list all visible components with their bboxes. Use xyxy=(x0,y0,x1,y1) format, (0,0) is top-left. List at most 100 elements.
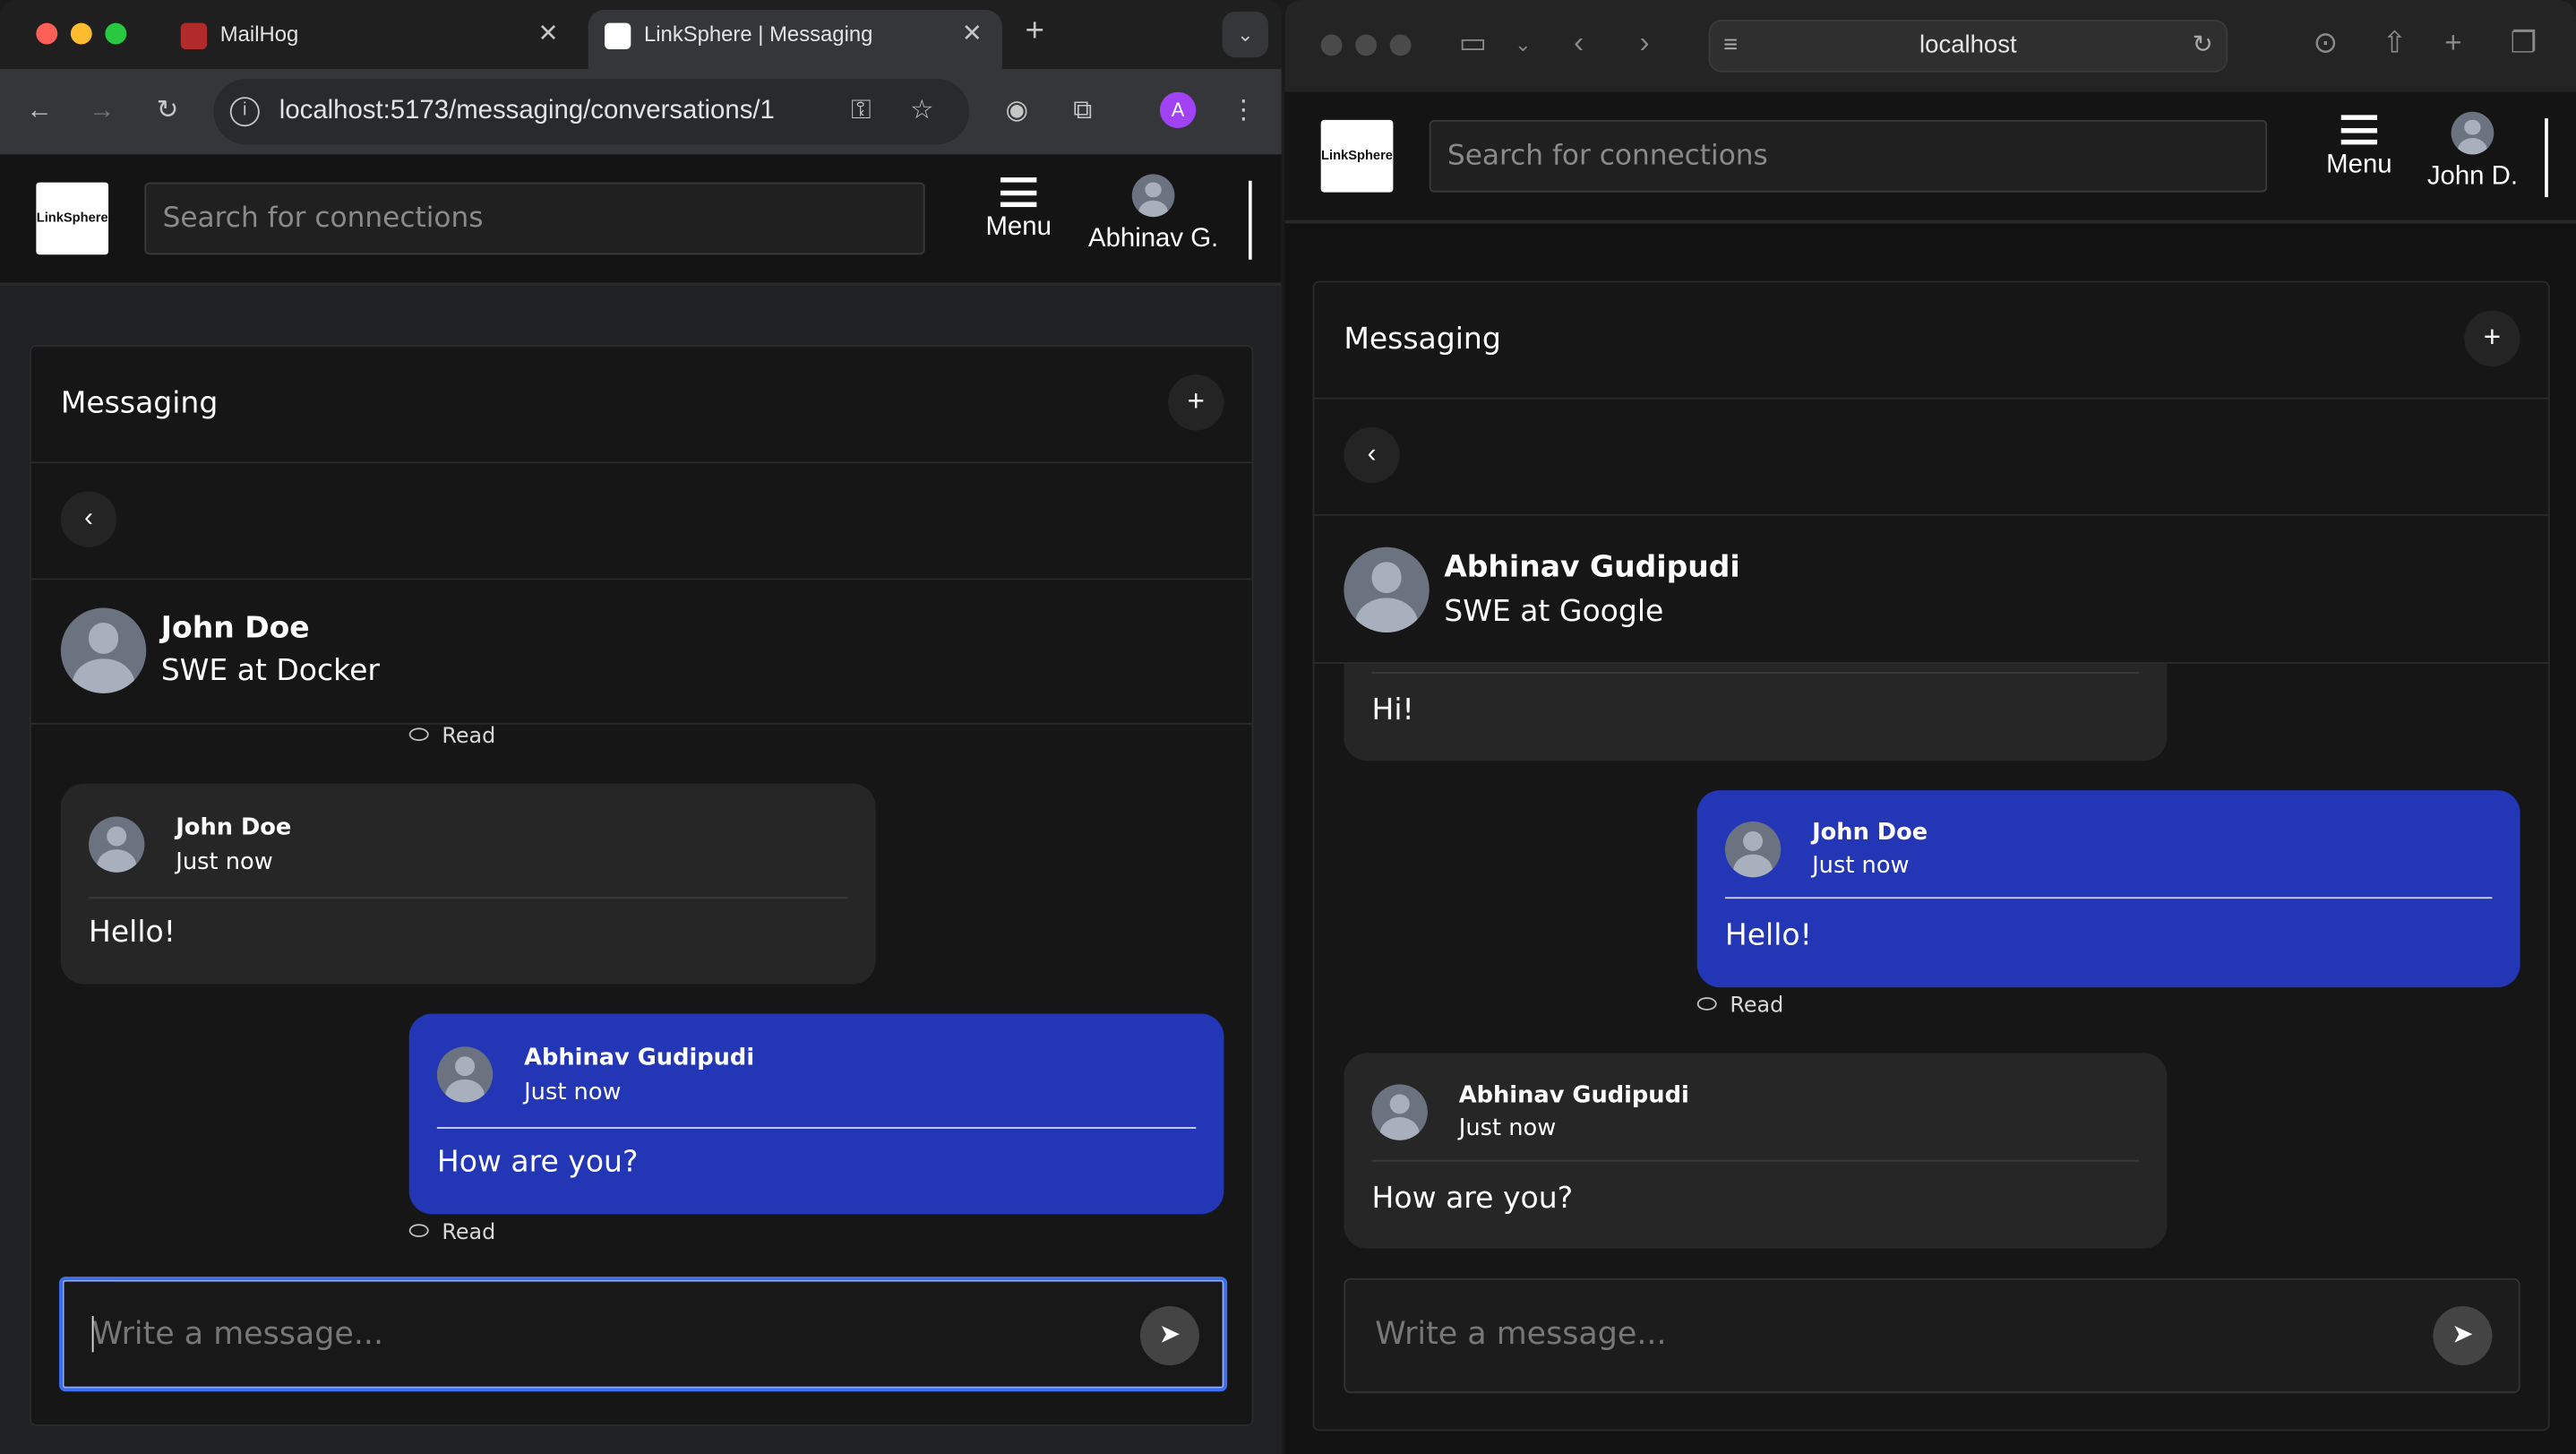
reload-icon[interactable]: ↻ xyxy=(2193,22,2213,71)
page-menu-icon[interactable]: ≡ xyxy=(1723,22,1738,71)
chrome-profile-avatar[interactable]: A xyxy=(1159,91,1197,129)
message-input[interactable]: Write a message... ➤ xyxy=(1344,1278,2520,1394)
message-author: Abhinav Gudipudi xyxy=(1458,1082,1689,1109)
forward-arrow-icon[interactable]: › xyxy=(1640,26,1650,61)
address-bar[interactable]: ≡ localhost ↻ xyxy=(1708,20,2228,73)
site-info-icon[interactable]: i xyxy=(229,97,260,127)
incognito-extension-icon[interactable]: ◉ xyxy=(996,90,1039,133)
back-arrow-icon[interactable]: ← xyxy=(18,90,61,133)
new-conversation-button[interactable]: + xyxy=(1168,374,1224,431)
linksphere-logo[interactable]: LinkSphere xyxy=(1320,119,1394,193)
chrome-window: MailHog ✕ LinkSphere | Messaging ✕ + ⌄ ←… xyxy=(0,0,1282,1454)
peer-name[interactable]: John Doe xyxy=(161,611,310,646)
close-window-button[interactable] xyxy=(36,22,58,45)
bookmark-star-icon[interactable]: ☆ xyxy=(910,79,933,144)
eye-icon xyxy=(1696,997,1717,1011)
message-time: Just now xyxy=(1458,1115,1557,1142)
message-time: Just now xyxy=(524,1079,622,1106)
message-input[interactable]: Write a message... ➤ xyxy=(59,1276,1228,1392)
message-author: John Doe xyxy=(176,814,292,841)
profile-button[interactable]: John D. xyxy=(2418,111,2527,193)
message-bubble-own: John Doe Just now Hello! xyxy=(1696,790,2520,988)
eye-icon xyxy=(408,1224,429,1237)
safari-toolbar: ▭ ⌄ ‹ › ≡ localhost ↻ ⊙ ⇧ + ❐ xyxy=(1284,0,2576,92)
message-author: Abhinav Gudipudi xyxy=(524,1045,755,1071)
avatar xyxy=(1344,546,1430,633)
new-tab-icon[interactable]: + xyxy=(2444,26,2461,61)
search-input[interactable]: Search for connections xyxy=(1429,119,2268,193)
avatar xyxy=(436,1046,494,1103)
message-time: Just now xyxy=(1812,852,1910,880)
messaging-title: Messaging xyxy=(60,385,219,421)
address-url: localhost xyxy=(1919,30,2017,60)
message-divider xyxy=(1724,897,2493,899)
address-url: localhost:5173/messaging/conversations/1 xyxy=(279,97,775,125)
zoom-window-button[interactable] xyxy=(1389,34,1412,56)
message-bubble: Abhinav Gudipudi Just now How are you? xyxy=(1344,1053,2168,1249)
profile-button[interactable]: Abhinav G. xyxy=(1078,174,1229,254)
read-receipt: Read xyxy=(408,725,495,749)
forward-arrow-icon[interactable]: → xyxy=(81,90,124,133)
tab-strip: MailHog ✕ LinkSphere | Messaging ✕ + ⌄ xyxy=(0,0,1282,70)
app-header: LinkSphere Search for connections Menu J… xyxy=(1284,91,2576,224)
back-button[interactable]: ‹ xyxy=(60,491,117,547)
back-arrow-icon[interactable]: ‹ xyxy=(1574,26,1584,61)
eye-icon xyxy=(408,727,429,742)
minimize-window-button[interactable] xyxy=(1355,34,1378,56)
menu-button[interactable]: Menu xyxy=(2320,115,2399,180)
app-header: LinkSphere Search for connections Menu A… xyxy=(0,154,1282,287)
conversation-header: John Doe SWE at Docker xyxy=(30,580,1252,725)
menu-label: Menu xyxy=(985,213,1052,242)
close-tab-icon[interactable]: ✕ xyxy=(538,10,559,59)
sidebar-toggle-icon[interactable]: ▭ xyxy=(1459,26,1487,61)
new-tab-icon[interactable]: + xyxy=(1026,13,1044,51)
message-text: Hi! xyxy=(1371,693,1414,728)
tab-overview-icon[interactable]: ❐ xyxy=(2511,26,2537,61)
extensions-puzzle-icon[interactable]: ⧉ xyxy=(1061,90,1104,133)
avatar xyxy=(1131,174,1175,218)
tab-search-chevron-icon[interactable]: ⌄ xyxy=(1222,11,1268,58)
linksphere-logo[interactable]: LinkSphere xyxy=(36,182,109,255)
linksphere-favicon-icon xyxy=(604,22,631,50)
send-icon[interactable]: ➤ xyxy=(2433,1305,2493,1365)
read-receipt: Read xyxy=(1696,994,1783,1019)
tab-mailhog[interactable]: MailHog ✕ xyxy=(164,10,578,69)
minimize-window-button[interactable] xyxy=(70,22,92,45)
downloads-icon[interactable]: ⊙ xyxy=(2314,26,2339,61)
avatar xyxy=(60,607,147,693)
safari-window: ▭ ⌄ ‹ › ≡ localhost ↻ ⊙ ⇧ + ❐ LinkSphere… xyxy=(1284,0,2576,1454)
message-time: Just now xyxy=(176,849,273,876)
close-tab-icon[interactable]: ✕ xyxy=(962,10,983,59)
menu-label: Menu xyxy=(2326,151,2392,179)
password-key-icon[interactable]: ⚿ xyxy=(851,79,871,144)
message-divider xyxy=(1371,1159,2140,1162)
reload-icon[interactable]: ↻ xyxy=(146,90,189,133)
chrome-menu-icon[interactable]: ⋮ xyxy=(1223,90,1266,133)
new-conversation-button[interactable]: + xyxy=(2464,310,2520,366)
avatar xyxy=(2451,111,2494,155)
address-bar[interactable]: i localhost:5173/messaging/conversations… xyxy=(213,79,970,145)
back-button[interactable]: ‹ xyxy=(1344,426,1400,484)
mailhog-favicon-icon xyxy=(180,22,208,50)
search-input[interactable]: Search for connections xyxy=(144,182,925,255)
tab-messaging[interactable]: LinkSphere | Messaging ✕ xyxy=(588,10,1002,70)
chrome-toolbar: ← → ↻ i localhost:5173/messaging/convers… xyxy=(0,69,1282,155)
message-divider xyxy=(89,897,848,899)
message-divider xyxy=(436,1127,1197,1129)
desktop: MailHog ✕ LinkSphere | Messaging ✕ + ⌄ ←… xyxy=(0,0,2576,1454)
share-icon[interactable]: ⇧ xyxy=(2383,26,2408,61)
message-text: Hello! xyxy=(1724,918,1812,953)
message-divider xyxy=(1371,672,2140,674)
tab-label: MailHog xyxy=(219,21,299,47)
header-divider xyxy=(2545,118,2548,198)
message-text: How are you? xyxy=(436,1145,639,1180)
text-caret xyxy=(91,1315,94,1353)
chevron-down-icon[interactable]: ⌄ xyxy=(1515,33,1531,56)
send-icon[interactable]: ➤ xyxy=(1139,1305,1199,1365)
close-window-button[interactable] xyxy=(1320,34,1343,56)
message-text: Hello! xyxy=(89,915,176,950)
peer-name[interactable]: Abhinav Gudipudi xyxy=(1444,550,1739,585)
zoom-window-button[interactable] xyxy=(105,22,127,45)
conversation-header: Abhinav Gudipudi SWE at Google xyxy=(1314,515,2548,664)
menu-button[interactable]: Menu xyxy=(979,177,1058,243)
